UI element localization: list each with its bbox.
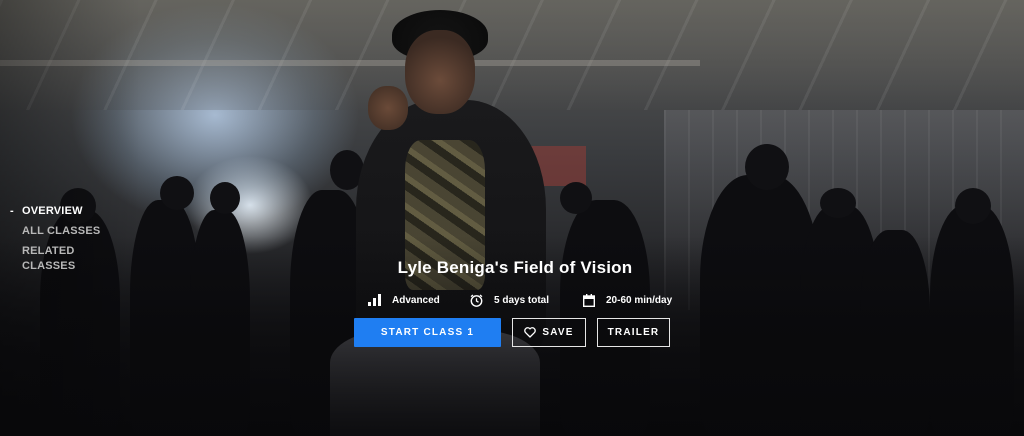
side-nav: - OVERVIEW ALL CLASSES RELATED CLASSES [10,204,120,279]
hero-background-image [0,0,1024,436]
nav-item-label: RELATED CLASSES [22,245,76,272]
hero-content: Lyle Beniga's Field of Vision [300,258,730,278]
calendar-icon [583,293,595,307]
crowd-head [560,182,592,214]
trailer-button[interactable]: TRAILER [597,318,670,347]
crowd-head [210,182,240,214]
nav-item-overview[interactable]: - OVERVIEW [10,204,120,219]
crowd-head [160,176,194,210]
save-button[interactable]: SAVE [512,318,586,347]
crowd-head [820,188,856,218]
nav-item-related-classes[interactable]: RELATED CLASSES [10,244,120,274]
start-class-button[interactable]: START CLASS 1 [354,318,501,347]
nav-item-label: ALL CLASSES [22,225,101,237]
schedule-text: 20-60 min/day [606,294,673,306]
active-indicator: - [10,205,14,217]
nav-item-label: OVERVIEW [22,205,83,217]
save-label: SAVE [542,327,574,338]
signal-bars-icon [368,294,381,306]
crowd-head [745,144,789,190]
clock-icon [470,293,483,307]
dancer-fist [368,86,408,130]
schedule-meta: 20-60 min/day [583,292,672,308]
ceiling [0,0,1024,110]
level-text: Advanced [392,294,440,306]
heart-icon [524,327,537,338]
nav-item-all-classes[interactable]: ALL CLASSES [10,224,120,239]
dancer-head [405,30,475,114]
duration-meta: 5 days total [470,292,549,308]
crowd-head [955,188,991,224]
level-meta: Advanced [368,292,440,308]
class-title: Lyle Beniga's Field of Vision [397,258,633,277]
duration-text: 5 days total [494,294,550,306]
